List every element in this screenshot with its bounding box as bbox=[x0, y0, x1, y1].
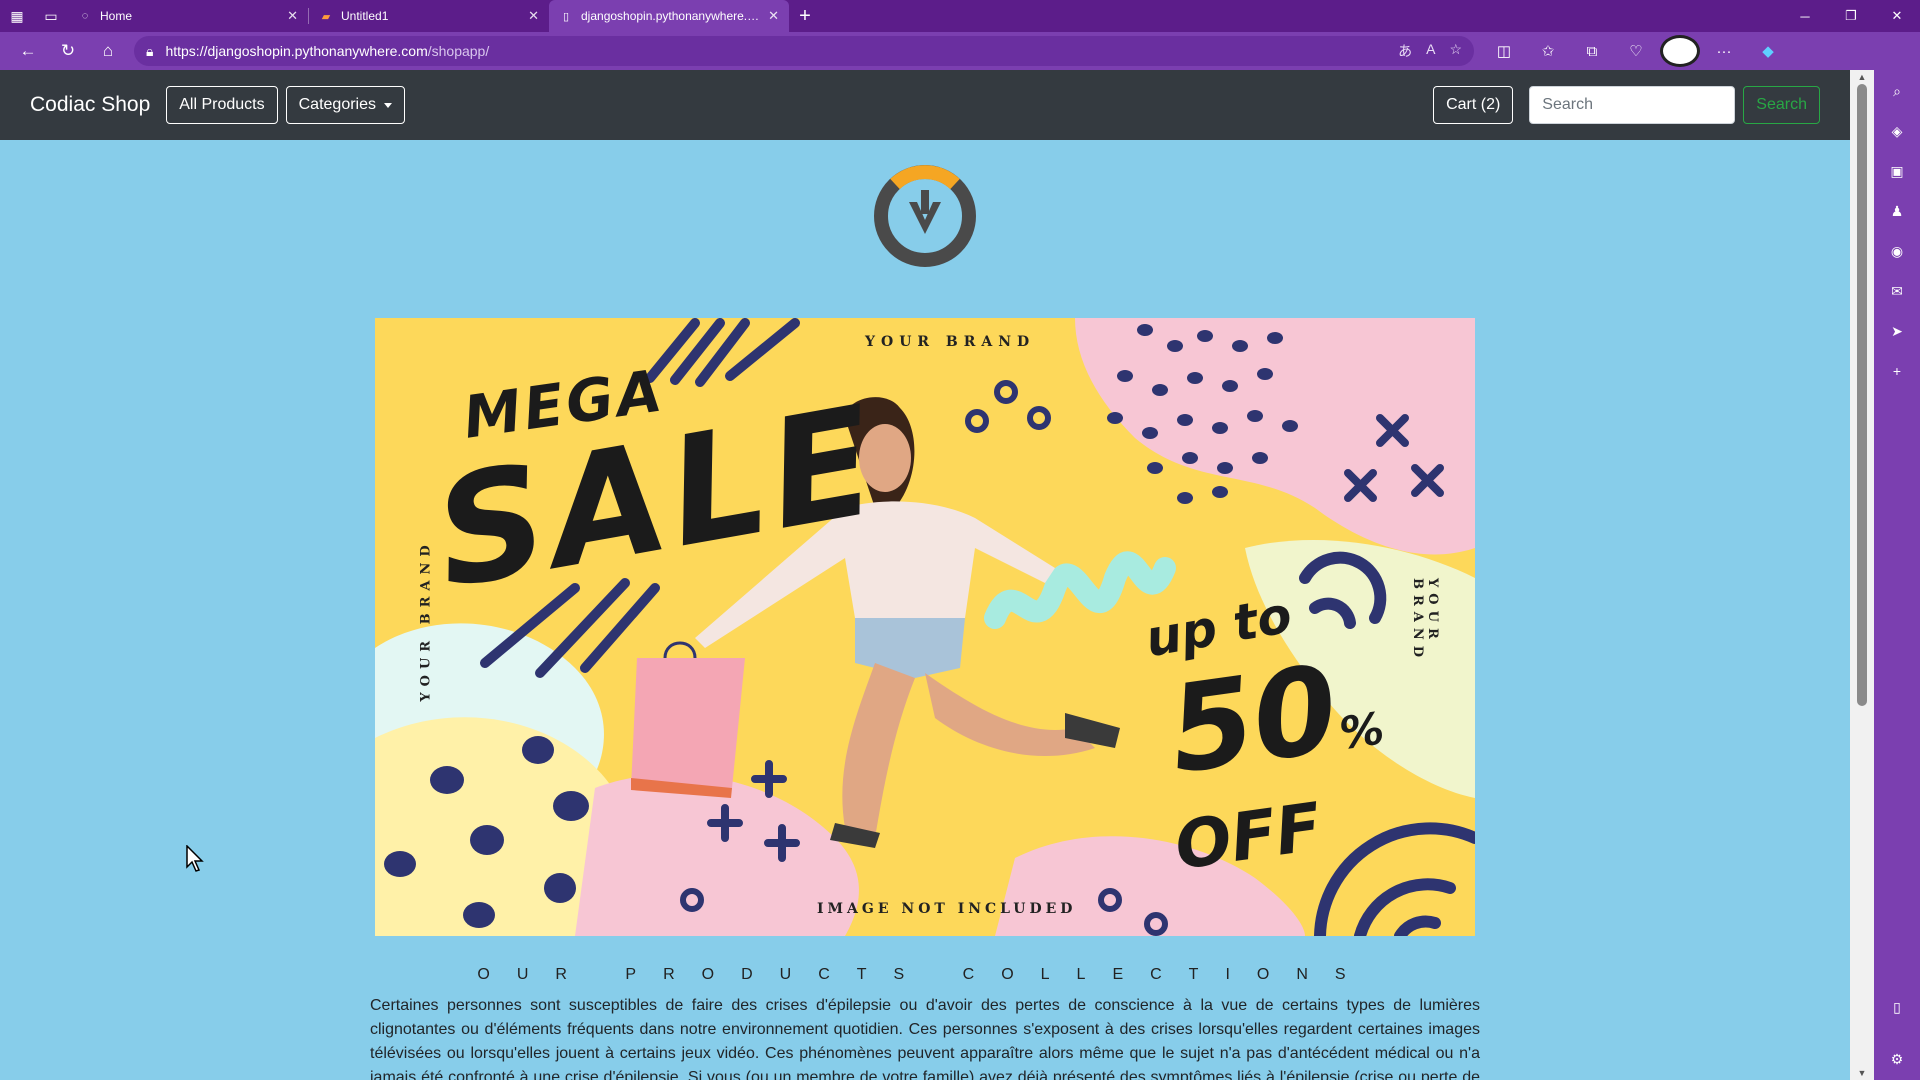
caret-down-icon bbox=[384, 102, 392, 108]
scroll-up-icon[interactable]: ▲ bbox=[1850, 70, 1874, 84]
back-icon[interactable]: ← bbox=[8, 35, 48, 67]
edge-sidebar: ⌕ ◈ ▣ ♟ ◉ ✉ ➤ + ▯ ⚙ bbox=[1874, 70, 1920, 1080]
lock-icon[interactable]: 🔒︎ bbox=[146, 43, 153, 60]
tab-actions-icon[interactable]: ▭ bbox=[34, 0, 68, 32]
url-path: /shopapp/ bbox=[427, 43, 490, 59]
close-icon[interactable]: ✕ bbox=[768, 8, 779, 24]
send-icon[interactable]: ➤ bbox=[1884, 320, 1910, 342]
banner-fifty-number: 50 bbox=[1161, 640, 1347, 802]
search-button[interactable]: Search bbox=[1743, 86, 1820, 124]
close-icon[interactable]: ✕ bbox=[287, 8, 298, 24]
refresh-icon[interactable]: ↻ bbox=[48, 35, 88, 67]
banner-percent: % bbox=[1336, 703, 1388, 760]
profile-avatar[interactable] bbox=[1660, 35, 1700, 67]
categories-dropdown[interactable]: Categories bbox=[285, 86, 405, 124]
banner-image-not-included: IMAGE NOT INCLUDED bbox=[817, 901, 1077, 917]
workspaces-icon[interactable]: ▦ bbox=[0, 0, 34, 32]
browser-tab-bar: ▦ ▭ ◌ Home ✕ ▰ Untitled1 ✕ ▯ djangoshopi… bbox=[0, 0, 1920, 32]
favorites-icon[interactable]: ✩ bbox=[1528, 35, 1568, 67]
site-logo bbox=[873, 164, 977, 268]
mouse-cursor-icon bbox=[186, 844, 206, 878]
minimize-icon[interactable]: ─ bbox=[1782, 0, 1828, 32]
games-icon[interactable]: ♟ bbox=[1884, 200, 1910, 222]
read-aloud-icon[interactable]: A bbox=[1426, 41, 1435, 61]
restore-icon[interactable]: ❐ bbox=[1828, 0, 1874, 32]
window-controls: ─ ❐ ✕ bbox=[1782, 0, 1920, 32]
promo-banner: YOUR BRAND MEGA SALE YOUR BRAND YOUR BRA… bbox=[375, 318, 1475, 936]
tab-home[interactable]: ◌ Home ✕ bbox=[68, 0, 308, 32]
more-options-icon[interactable]: ··· bbox=[1704, 35, 1744, 67]
copilot-icon[interactable]: ◆ bbox=[1748, 35, 1788, 67]
performance-icon[interactable]: ♡ bbox=[1616, 35, 1656, 67]
brand-link[interactable]: Codiac Shop bbox=[30, 93, 150, 117]
categories-label: Categories bbox=[298, 96, 376, 113]
banner-brand-top: YOUR BRAND bbox=[865, 334, 1036, 350]
collections-description: Certaines personnes sont susceptibles de… bbox=[370, 997, 1480, 1080]
search-icon[interactable]: ⌕ bbox=[1884, 80, 1910, 102]
site-navbar: Codiac Shop All Products Categories Cart… bbox=[0, 70, 1850, 140]
collections-heading: OUR PRODUCTS COLLECTIONS bbox=[477, 966, 1373, 983]
banner-fifty: 50% bbox=[1161, 634, 1389, 801]
collections-icon[interactable]: ⧉ bbox=[1572, 35, 1612, 67]
tools-icon[interactable]: ▣ bbox=[1884, 160, 1910, 182]
sidebar-toggle-icon[interactable]: ▯ bbox=[1884, 996, 1910, 1018]
close-window-icon[interactable]: ✕ bbox=[1874, 0, 1920, 32]
document-icon: ▰ bbox=[321, 10, 331, 23]
all-products-button[interactable]: All Products bbox=[166, 86, 278, 124]
shopping-tag-icon[interactable]: ◈ bbox=[1884, 120, 1910, 142]
tab-untitled1[interactable]: ▰ Untitled1 ✕ bbox=[309, 0, 549, 32]
tab-title: Untitled1 bbox=[341, 9, 389, 23]
address-toolbar: ← ↻ ⌂ 🔒︎ https://djangoshopin.pythonanyw… bbox=[0, 32, 1920, 70]
banner-brand-right: YOUR BRAND bbox=[1410, 578, 1440, 664]
address-bar[interactable]: 🔒︎ https://djangoshopin.pythonanywhere.c… bbox=[134, 36, 1474, 66]
translate-icon[interactable]: あ bbox=[1398, 41, 1412, 61]
close-icon[interactable]: ✕ bbox=[528, 8, 539, 24]
scroll-down-icon[interactable]: ▼ bbox=[1850, 1066, 1874, 1080]
tab-djangoshopin[interactable]: ▯ djangoshopin.pythonanywhere.com ✕ bbox=[549, 0, 789, 32]
loading-icon: ◌ bbox=[81, 10, 89, 22]
search-input[interactable] bbox=[1529, 86, 1736, 124]
outlook-icon[interactable]: ✉ bbox=[1884, 280, 1910, 302]
page-scrollbar[interactable]: ▲ ▼ bbox=[1850, 70, 1874, 1080]
new-tab-button[interactable]: + bbox=[789, 0, 821, 32]
scroll-thumb[interactable] bbox=[1857, 84, 1867, 706]
cart-button[interactable]: Cart (2) bbox=[1433, 86, 1514, 124]
office-icon[interactable]: ◉ bbox=[1884, 240, 1910, 262]
tab-title: djangoshopin.pythonanywhere.com bbox=[581, 9, 761, 23]
web-page: Codiac Shop All Products Categories Cart… bbox=[0, 70, 1850, 1080]
favorite-star-icon[interactable]: ☆ bbox=[1449, 41, 1462, 61]
tab-title: Home bbox=[100, 9, 133, 23]
home-icon[interactable]: ⌂ bbox=[88, 35, 128, 67]
settings-icon[interactable]: ⚙ bbox=[1884, 1048, 1910, 1070]
banner-brand-left: YOUR BRAND bbox=[418, 539, 434, 702]
page-icon: ▯ bbox=[562, 10, 570, 23]
url-host: https://djangoshopin.pythonanywhere.com bbox=[165, 43, 428, 59]
split-screen-icon[interactable]: ◫ bbox=[1484, 35, 1524, 67]
add-icon[interactable]: + bbox=[1884, 360, 1910, 382]
